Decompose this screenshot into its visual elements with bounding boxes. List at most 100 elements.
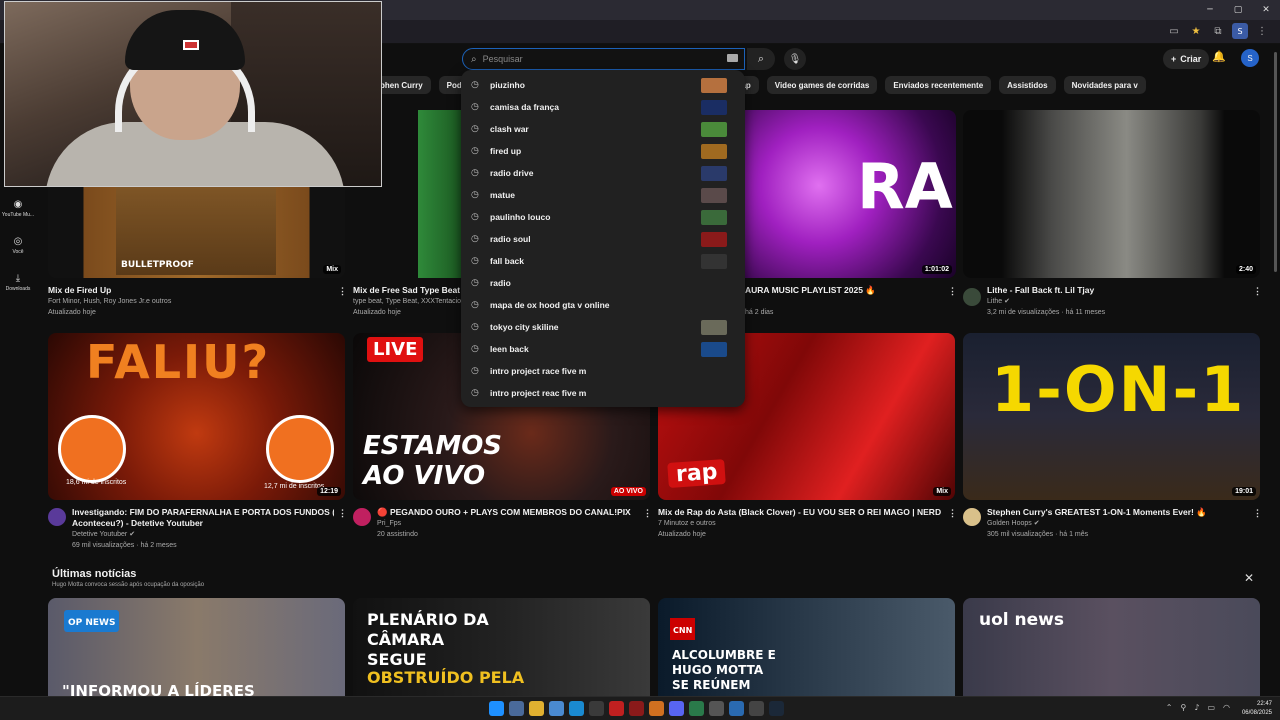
filter-chip[interactable]: Video games de corridas <box>766 76 878 94</box>
discord-icon[interactable] <box>669 701 684 716</box>
video-thumbnail[interactable]: 2:40 <box>963 110 1260 278</box>
cast-icon[interactable]: ▭ <box>1166 23 1182 39</box>
search-input[interactable] <box>482 54 713 64</box>
video-title[interactable]: Lithe - Fall Back ft. Lil Tjay <box>987 285 1247 296</box>
account-avatar[interactable]: S <box>1241 49 1259 67</box>
channel-avatar[interactable] <box>48 508 66 526</box>
keyboard-icon[interactable] <box>727 54 738 62</box>
more-options-icon[interactable]: ⋮ <box>948 508 957 519</box>
network-icon[interactable]: ⚲ <box>1180 703 1186 712</box>
search-suggestion[interactable]: ◷ radio <box>461 272 745 294</box>
news-thumbnail[interactable]: PLENÁRIO DA CÂMARA SEGUE OBSTRUÍDO PELA <box>353 598 650 696</box>
channel-name[interactable]: Pri_Fps <box>377 518 639 529</box>
app-icon[interactable] <box>649 701 664 716</box>
search-suggestion[interactable]: ◷ radio soul <box>461 228 745 250</box>
app-icon[interactable] <box>729 701 744 716</box>
app-icon[interactable] <box>709 701 724 716</box>
more-options-icon[interactable]: ⋮ <box>948 286 957 297</box>
history-clock-icon: ◷ <box>471 366 479 376</box>
search-suggestion[interactable]: ◷ leen back <box>461 338 745 360</box>
search-suggestion[interactable]: ◷ radio drive <box>461 162 745 184</box>
news-thumbnail[interactable]: CNN ALCOLUMBRE E HUGO MOTTA SE REÚNEM <box>658 598 955 696</box>
video-title[interactable]: Mix de Fired Up <box>48 285 338 296</box>
taskbar-clock[interactable]: 22:47 06/08/2025 <box>1242 700 1272 718</box>
edge-icon[interactable] <box>569 701 584 716</box>
channel-name[interactable]: Golden Hoops ✔ <box>987 518 1249 529</box>
video-title[interactable]: Investigando: FIM DO PARAFERNALHA E PORT… <box>72 507 334 518</box>
video-title[interactable]: AURA MUSIC PLAYLIST 2025 🔥 <box>745 285 945 296</box>
app-icon[interactable] <box>589 701 604 716</box>
file-explorer-icon[interactable] <box>529 701 544 716</box>
steam-icon[interactable] <box>769 701 784 716</box>
channel-name[interactable]: Lithe ✔ <box>987 296 1247 307</box>
search-suggestion[interactable]: ◷ fall back <box>461 250 745 272</box>
notifications-bell-icon[interactable]: 🔔 <box>1212 50 1226 63</box>
app-icon[interactable] <box>749 701 764 716</box>
video-thumbnail[interactable]: RA 1:01:02 <box>745 110 956 278</box>
search-box[interactable]: ⌕ <box>462 48 745 70</box>
page-scrollbar[interactable] <box>1271 44 1280 696</box>
more-options-icon[interactable]: ⋮ <box>1253 508 1262 519</box>
browser-menu-icon[interactable]: ⋮ <box>1254 23 1270 39</box>
more-options-icon[interactable]: ⋮ <box>643 508 652 519</box>
video-title[interactable]: Mix de Rap do Asta (Black Clover) - EU V… <box>658 507 943 518</box>
battery-icon[interactable]: ▭ <box>1207 703 1215 712</box>
sidebar-item-youtube-music[interactable]: ◉ YouTube Mu... <box>0 190 36 227</box>
channel-avatar[interactable] <box>963 508 981 526</box>
app-icon[interactable] <box>689 701 704 716</box>
wifi-icon[interactable]: ◠ <box>1223 703 1230 712</box>
maximize-icon[interactable]: ▢ <box>1224 0 1252 20</box>
search-suggestion[interactable]: ◷ paulinho louco <box>461 206 745 228</box>
chrome-icon[interactable] <box>549 701 564 716</box>
search-suggestion[interactable]: ◷ intro project reac five m <box>461 382 745 404</box>
microphone-icon[interactable]: 🎙 <box>784 48 806 70</box>
minimize-icon[interactable]: ─ <box>1196 0 1224 20</box>
more-options-icon[interactable]: ⋮ <box>338 286 347 297</box>
close-icon[interactable]: ✕ <box>1244 571 1254 585</box>
video-title-line2[interactable]: Aconteceu?) - Detetive Youtuber <box>72 518 334 529</box>
windows-start-icon[interactable] <box>489 701 504 716</box>
tray-chevron-icon[interactable]: ⌃ <box>1166 703 1173 712</box>
filter-chip[interactable]: Assistidos <box>999 76 1056 94</box>
suggestion-thumbnail <box>701 210 727 225</box>
sidebar-item-voce[interactable]: ◎ Você <box>0 227 36 264</box>
extensions-icon[interactable]: ⧉ <box>1210 23 1226 39</box>
create-button[interactable]: + Criar <box>1163 49 1210 69</box>
video-title[interactable]: 🔴 PEGANDO OURO + PLAYS COM MEMBROS DO CA… <box>377 507 639 518</box>
search-button[interactable]: ⌕ <box>747 48 775 70</box>
search-suggestion[interactable]: ◷ camisa da frança <box>461 96 745 118</box>
news-thumbnail[interactable]: OP NEWS "INFORMOU A LÍDERES <box>48 598 345 696</box>
bookmark-star-icon[interactable]: ★ <box>1188 23 1204 39</box>
close-window-icon[interactable]: ✕ <box>1252 0 1280 20</box>
sidebar-item-downloads[interactable]: ⤓ Downloads <box>0 264 36 301</box>
more-options-icon[interactable]: ⋮ <box>338 508 347 519</box>
channel-avatar[interactable] <box>963 288 981 306</box>
search-suggestion[interactable]: ◷ intro project race five m <box>461 360 745 382</box>
search-suggestion[interactable]: ◷ clash war <box>461 118 745 140</box>
browser-profile-icon[interactable]: S <box>1232 23 1248 39</box>
volume-icon[interactable]: ♪ <box>1194 703 1199 712</box>
calendar-app-icon[interactable] <box>509 701 524 716</box>
video-title[interactable]: Mix de Free Sad Type Beat ~ "V <box>353 285 461 296</box>
search-suggestion[interactable]: ◷ fired up <box>461 140 745 162</box>
video-title[interactable]: Stephen Curry's GREATEST 1-ON-1 Moments … <box>987 507 1249 518</box>
news-headline: ALCOLUMBRE E HUGO MOTTA SE REÚNEM <box>672 648 776 692</box>
search-suggestion[interactable]: ◷ matue <box>461 184 745 206</box>
search-suggestion[interactable]: ◷ tokyo city skiline <box>461 316 745 338</box>
search-suggestion[interactable]: ◷ mapa de ox hood gta v online <box>461 294 745 316</box>
channel-avatar[interactable] <box>353 508 371 526</box>
video-thumbnail[interactable]: 1-ON-1 19:01 <box>963 333 1260 500</box>
history-clock-icon: ◷ <box>471 256 479 266</box>
more-options-icon[interactable]: ⋮ <box>1253 286 1262 297</box>
channel-name[interactable]: Detetive Youtuber ✔ <box>72 529 334 540</box>
filter-chip[interactable]: Enviados recentemente <box>885 76 992 94</box>
video-thumbnail[interactable]: FALIU? 18,6 mi de inscritos 12,7 mi de i… <box>48 333 345 500</box>
scrollbar-thumb[interactable] <box>1274 52 1277 272</box>
news-thumbnail[interactable]: uol news <box>963 598 1260 696</box>
create-label: Criar <box>1180 54 1202 64</box>
filter-chip[interactable]: Novidades para v <box>1063 76 1146 94</box>
opera-icon[interactable] <box>629 701 644 716</box>
search-suggestion[interactable]: ◷ piuzinho <box>461 74 745 96</box>
app-icon[interactable] <box>609 701 624 716</box>
suggestion-text: matue <box>490 190 516 200</box>
